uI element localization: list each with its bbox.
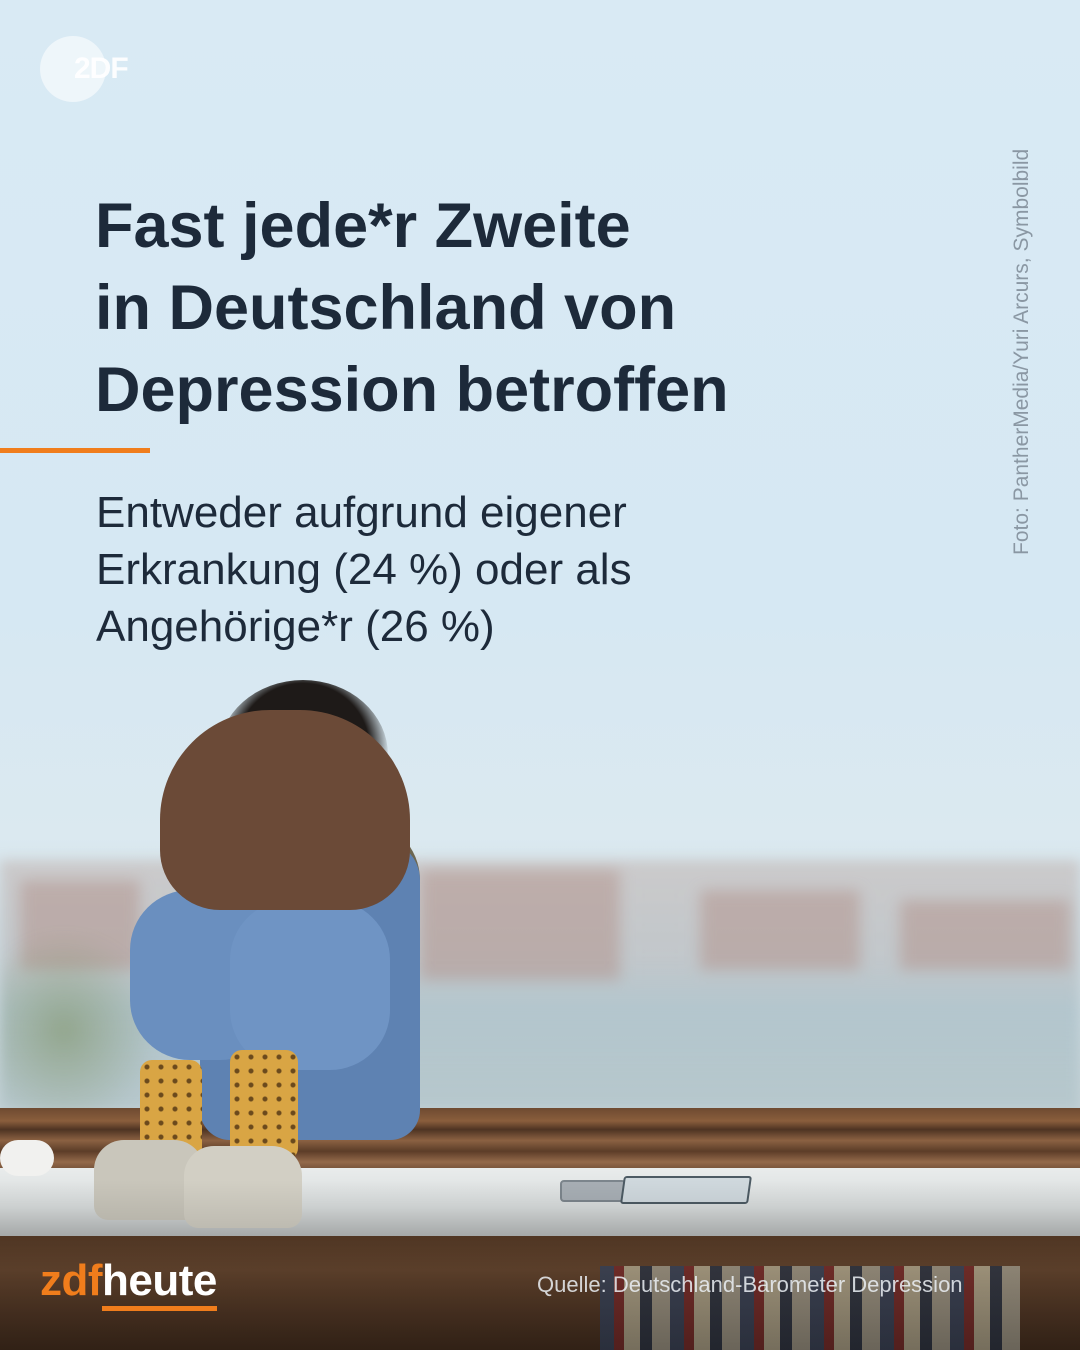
brand-part-heute: heute [102,1256,217,1305]
zdf-badge-text: 2DF [74,52,129,85]
photo-credit: Foto: PantherMedia/Yuri Arcurs, Symbolbi… [1010,148,1033,555]
paper-roll [0,1140,54,1176]
subline-line-1: Entweder aufgrund eigener [96,488,627,537]
post-card: 2DF Fast jede*r Zweite in Deutschland vo… [0,0,1080,1350]
source-note: Quelle: Deutschland-Barometer Depression [537,1272,963,1297]
accent-divider [0,448,150,453]
headline-line-3: Depression betroffen [95,355,729,425]
subline-line-3: Angehörige*r (26 %) [96,602,495,651]
subline: Entweder aufgrund eigener Erkrankung (24… [96,484,916,655]
headline-line-1: Fast jede*r Zweite [95,191,631,261]
person-silhouette [90,680,430,1240]
subline-line-2: Erkrankung (24 %) oder als [96,545,632,594]
zdfheute-logo: zdfheute [40,1254,217,1308]
headline-line-2: in Deutschland von [95,273,677,343]
brand-part-zdf: zdf [40,1256,103,1305]
headline: Fast jede*r Zweite in Deutschland von De… [95,185,915,431]
